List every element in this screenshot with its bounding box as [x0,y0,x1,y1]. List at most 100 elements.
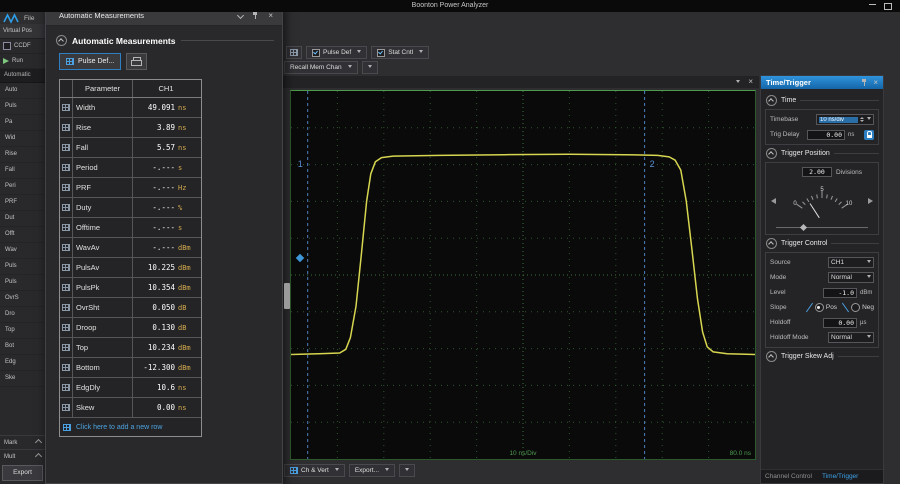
tab-time-trigger[interactable]: Time/Trigger [822,473,858,480]
increment-arrow[interactable] [868,198,873,204]
spinner-icon[interactable] [860,117,864,122]
export-button[interactable]: Export [2,465,43,481]
mode-select[interactable]: Normal [828,272,874,283]
rail-item[interactable]: Puls [0,259,45,275]
dropdown-button[interactable] [362,61,378,74]
source-select[interactable]: CH1 [828,257,874,268]
table-row[interactable]: Duty-.---% [60,198,201,218]
pin-icon[interactable] [252,11,259,20]
collapse-icon[interactable] [766,95,777,106]
trigger-position-section-header[interactable]: Trigger Position [766,148,879,159]
timebase-select[interactable]: 10 ns/div [816,114,874,125]
trigger-position-value[interactable]: 2.00 [802,167,832,177]
table-row[interactable]: PulsPk10.354dBm [60,278,201,298]
rail-item[interactable]: Edg [0,355,45,371]
rail-item[interactable]: Ske [0,371,45,387]
grid-icon [60,118,73,137]
table-row[interactable]: Rise3.89ns [60,118,201,138]
tab-channel-control[interactable]: Channel Control [765,473,812,480]
collapse-icon[interactable] [766,238,777,249]
scope-display[interactable]: 1 2 10 ns/Div 80.0 ns [290,90,756,460]
rail-item[interactable]: Dut [0,211,45,227]
trigger-skew-section-header[interactable]: Trigger Skew Adj [766,351,879,362]
trigger-control-section-header[interactable]: Trigger Control [766,238,879,249]
table-row[interactable]: Droop0.130dB [60,318,201,338]
add-row[interactable]: Click here to add a new row [60,418,201,436]
pulse-def-dropdown[interactable]: Pulse Def [306,46,367,59]
rail-item[interactable]: Dro [0,307,45,323]
trig-delay-field[interactable]: 0.00 [807,130,845,140]
param-value: 10.6ns [133,383,199,392]
rail-item[interactable]: Offt [0,227,45,243]
table-row[interactable]: Bottom-12.300dBm [60,358,201,378]
run-button[interactable]: Run [0,54,45,69]
rail-item[interactable]: Top [0,323,45,339]
trigger-position-gauge[interactable]: 0510 [770,180,874,222]
chevron-down-icon[interactable] [736,80,740,85]
collapse-icon[interactable] [56,35,67,46]
holdoff-mode-select[interactable]: Normal [828,332,874,343]
minimize-icon[interactable] [869,4,876,5]
rail-item[interactable]: Auto [0,83,45,99]
collapse-icon[interactable] [766,351,777,362]
table-row[interactable]: Period-.---s [60,158,201,178]
rail-item[interactable]: OvrS [0,291,45,307]
sidebar-section-markers[interactable]: Mark [0,435,45,449]
rail-item[interactable]: Pa [0,115,45,131]
cursor1-label[interactable]: 1 [298,159,303,169]
rail-item[interactable]: Rise [0,147,45,163]
slider-knob[interactable] [800,223,807,230]
sidebar-item-ccdf[interactable]: CCDF [0,39,45,54]
checkbox-icon[interactable] [312,49,320,57]
table-row[interactable]: Fall5.57ns [60,138,201,158]
trigger-position-slider[interactable] [770,223,874,232]
ch-vert-dropdown[interactable]: Ch & Vert [284,464,345,477]
table-row[interactable]: Skew0.00ns [60,398,201,418]
rail-item[interactable]: Wav [0,243,45,259]
panel-titlebar[interactable]: Time/Trigger × [761,76,883,89]
holdoff-field[interactable]: 0.00 [823,318,857,328]
table-row[interactable]: EdgDly10.6ns [60,378,201,398]
table-row[interactable]: PulsAv10.225dBm [60,258,201,278]
lock-icon[interactable] [864,130,874,140]
tab-automatic[interactable]: Automatic [0,69,45,83]
maximize-icon[interactable] [884,3,892,10]
pin-icon[interactable] [861,78,868,87]
table-row[interactable]: Top10.234dBm [60,338,201,358]
rail-item[interactable]: PRF [0,195,45,211]
level-field[interactable]: -1.0 [823,288,857,298]
scrollbar-thumb[interactable] [284,283,290,309]
export-dropdown[interactable]: Export... [349,464,395,477]
grid-view-button[interactable] [286,46,302,59]
print-button[interactable] [126,53,147,70]
close-icon[interactable]: × [748,78,753,86]
decrement-arrow[interactable] [771,198,776,204]
close-icon[interactable]: × [268,12,273,20]
dropdown-button[interactable] [399,464,415,477]
rail-item[interactable]: Puls [0,275,45,291]
rail-item[interactable]: Puls [0,99,45,115]
checkbox-icon[interactable] [377,49,385,57]
chevron-down-icon[interactable] [237,12,244,19]
divider [831,243,879,244]
slope-pos-radio[interactable] [815,303,824,312]
stat-cntl-dropdown[interactable]: Stat Cntl [371,46,429,59]
table-row[interactable]: Width49.091ns [60,98,201,118]
recall-mem-chan-dropdown[interactable]: Recall Mem Chan [284,61,358,74]
pulse-def-button[interactable]: Pulse Def... [59,53,121,70]
table-row[interactable]: WavAv-.---dBm [60,238,201,258]
rail-item[interactable]: Wid [0,131,45,147]
time-section-header[interactable]: Time [766,95,879,106]
rail-item[interactable]: Bot [0,339,45,355]
collapse-icon[interactable] [766,148,777,159]
table-row[interactable]: OvrSht0.050dB [60,298,201,318]
cursor2-label[interactable]: 2 [650,159,655,169]
table-row[interactable]: PRF-.---Hz [60,178,201,198]
rail-item[interactable]: Fall [0,163,45,179]
rail-item[interactable]: Peri [0,179,45,195]
sidebar-section-multi[interactable]: Mult [0,449,45,463]
file-menu[interactable]: File [24,15,34,22]
table-row[interactable]: Offtime-.---s [60,218,201,238]
slope-neg-radio[interactable] [851,303,860,312]
close-icon[interactable]: × [873,79,878,87]
